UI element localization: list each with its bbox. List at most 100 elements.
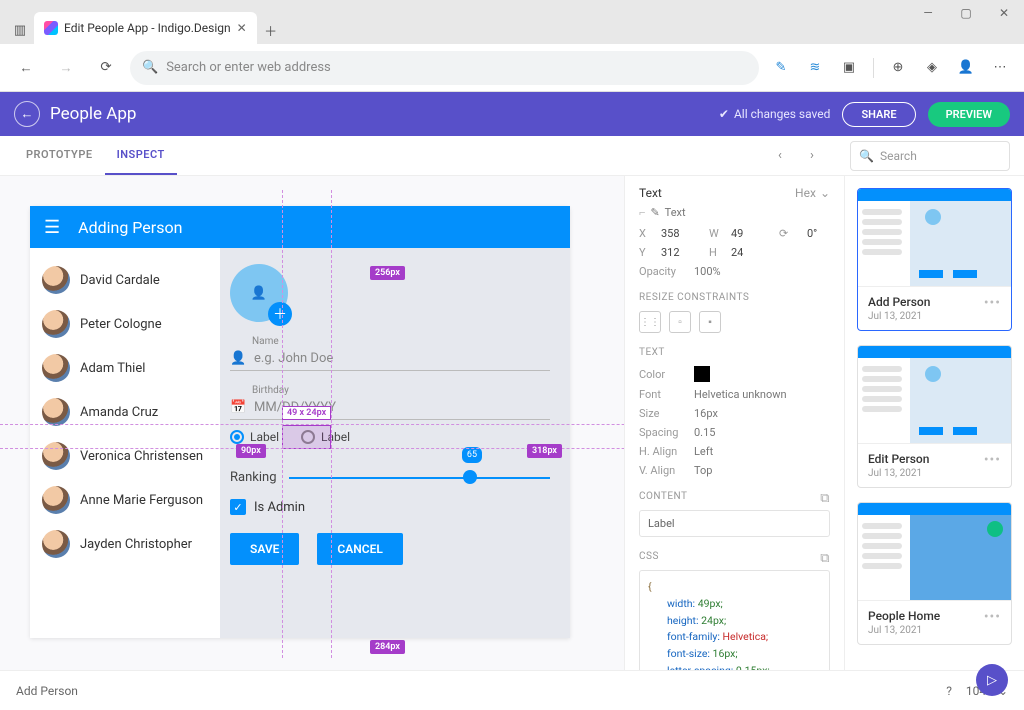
avatar — [42, 530, 70, 558]
window-minimize[interactable]: — — [918, 6, 938, 20]
address-bar[interactable]: 🔍 Search or enter web address — [130, 51, 759, 85]
tab-prototype[interactable]: PROTOTYPE — [14, 136, 105, 175]
profile-avatar-icon[interactable]: 👤 — [952, 54, 980, 82]
share-button[interactable]: SHARE — [842, 102, 915, 127]
list-item[interactable]: Amanda Cruz — [30, 390, 220, 434]
avatar — [42, 486, 70, 514]
list-item[interactable]: Adam Thiel — [30, 346, 220, 390]
check-icon: ✔ — [719, 107, 729, 121]
ext-shield-icon[interactable]: ◈ — [918, 54, 946, 82]
screen-thumbnail — [858, 503, 1011, 601]
css-code-block[interactable]: { width: 49px; height: 24px; font-family… — [639, 570, 830, 670]
halign-value: Left — [694, 445, 713, 458]
selection-size-badge: 49 x 24px — [282, 406, 331, 420]
screen-menu-icon[interactable]: ••• — [984, 609, 1001, 625]
ext-flow-icon[interactable]: ≋ — [801, 54, 829, 82]
screen-menu-icon[interactable]: ••• — [984, 452, 1001, 468]
breadcrumb-root-icon: ⌐ — [639, 206, 645, 219]
constraint-center-icon[interactable]: ▫ — [669, 311, 691, 333]
font-value: Helvetica unknown — [694, 388, 787, 401]
screen-name: Add Person — [868, 295, 930, 309]
search-icon: 🔍 — [142, 60, 158, 75]
screen-date: Jul 13, 2021 — [868, 625, 940, 636]
screen-card[interactable]: Edit PersonJul 13, 2021 ••• — [857, 345, 1012, 488]
preview-button[interactable]: PREVIEW — [928, 102, 1010, 127]
window-maximize[interactable]: ▢ — [956, 6, 976, 20]
tab-manager-icon[interactable]: ▥ — [6, 16, 34, 44]
radio-option-1[interactable] — [230, 430, 244, 444]
footer-breadcrumb: Add Person — [16, 684, 78, 698]
prev-screen-button[interactable]: ‹ — [766, 142, 794, 170]
color-swatch[interactable] — [694, 366, 710, 382]
person-name: Anne Marie Ferguson — [80, 493, 203, 508]
save-status-text: All changes saved — [734, 107, 830, 121]
radio-label-1: Label — [250, 430, 279, 444]
next-screen-button[interactable]: › — [798, 142, 826, 170]
mode-tabs: PROTOTYPE INSPECT ‹ › 🔍 Search — [0, 136, 1024, 176]
app-title: People App — [50, 104, 136, 124]
copy-css-icon[interactable]: ⧉ — [820, 551, 830, 566]
content-value-field[interactable]: Label — [639, 510, 830, 537]
help-icon[interactable]: ? — [946, 684, 952, 698]
inspector-panel: Text Hex ⌄ ⌐ ✎ Text X358 W49 ⟳0° Y312 H2… — [624, 176, 844, 670]
size-value: 16px — [694, 407, 718, 420]
ext-box-icon[interactable]: ▣ — [835, 54, 863, 82]
section-resize: RESIZE CONSTRAINTS — [639, 292, 830, 303]
person-name: Jayden Christopher — [80, 537, 192, 552]
admin-label: Is Admin — [254, 500, 305, 515]
nav-refresh-button[interactable]: ⟳ — [90, 52, 122, 84]
screen-card[interactable]: CURRENT SCREEN Add PersonJul 13, 2021 ••… — [857, 188, 1012, 331]
screen-search-input[interactable]: 🔍 Search — [850, 141, 1010, 171]
window-controls: — ▢ ✕ — [918, 6, 1014, 20]
avatar — [42, 398, 70, 426]
birthday-input[interactable]: 📅 MM/DD/YYYY — [230, 396, 550, 420]
copy-content-icon[interactable]: ⧉ — [820, 491, 830, 506]
collections-icon[interactable]: ⊕ — [884, 54, 912, 82]
name-label: Name — [252, 336, 550, 347]
new-tab-button[interactable]: ＋ — [257, 16, 285, 44]
avatar — [42, 310, 70, 338]
list-item[interactable]: Peter Cologne — [30, 302, 220, 346]
play-button[interactable]: ▷ — [976, 664, 1008, 696]
ranking-label: Ranking — [230, 470, 277, 485]
radio-group: Label Label — [230, 430, 550, 444]
window-close[interactable]: ✕ — [994, 6, 1014, 20]
tab-title: Edit People App - Indigo.Design — [64, 21, 231, 35]
add-photo-button[interactable]: ＋ — [268, 302, 292, 326]
profile-picture[interactable]: 👤 ＋ — [230, 264, 288, 322]
close-tab-icon[interactable]: ✕ — [237, 21, 247, 35]
list-item[interactable]: Jayden Christopher — [30, 522, 220, 566]
screen-card[interactable]: People Home Jul 13, 2021 ••• — [857, 502, 1012, 645]
constraint-none-icon[interactable]: ⋮⋮ — [639, 311, 661, 333]
more-menu-icon[interactable]: ⋯ — [986, 54, 1014, 82]
nav-back-button[interactable]: ← — [10, 52, 42, 84]
name-input[interactable]: 👤 e.g. John Doe — [230, 347, 550, 371]
list-item[interactable]: David Cardale — [30, 258, 220, 302]
list-item[interactable]: Veronica Christensen — [30, 434, 220, 478]
admin-checkbox[interactable]: ✓ — [230, 499, 246, 515]
browser-tab[interactable]: Edit People App - Indigo.Design ✕ — [34, 12, 257, 44]
screen-menu-icon[interactable]: ••• — [984, 295, 1001, 311]
chevron-down-icon[interactable]: ⌄ — [820, 186, 830, 200]
screen-date: Jul 13, 2021 — [868, 468, 929, 479]
constraint-pin-icon[interactable]: ▪ — [699, 311, 721, 333]
screen-name: People Home — [868, 609, 940, 623]
canvas-area[interactable]: ☰ Adding Person David Cardale Peter Colo… — [0, 176, 624, 670]
slider-thumb[interactable] — [463, 470, 477, 484]
user-icon: 👤 — [230, 351, 246, 366]
screen-thumbnail — [858, 346, 1011, 444]
device-frame: ☰ Adding Person David Cardale Peter Colo… — [30, 206, 570, 638]
device-title: Adding Person — [78, 218, 182, 237]
app-header: ← People App ✔ All changes saved SHARE P… — [0, 92, 1024, 136]
extension-icons: ✎ ≋ ▣ ⊕ ◈ 👤 ⋯ — [767, 54, 1014, 82]
tab-inspect[interactable]: INSPECT — [105, 136, 177, 175]
form-panel: 👤 ＋ Name 👤 e.g. John Doe Birthday 📅 — [220, 248, 570, 638]
color-format-label[interactable]: Hex — [795, 186, 816, 200]
ranking-slider[interactable]: 65 — [289, 477, 551, 479]
hamburger-icon[interactable]: ☰ — [44, 217, 60, 238]
opacity-value: 100% — [694, 265, 721, 278]
ext-feather-icon[interactable]: ✎ — [767, 54, 795, 82]
list-item[interactable]: Anne Marie Ferguson — [30, 478, 220, 522]
app-back-button[interactable]: ← — [14, 101, 40, 127]
save-button[interactable]: SAVE — [230, 533, 299, 565]
